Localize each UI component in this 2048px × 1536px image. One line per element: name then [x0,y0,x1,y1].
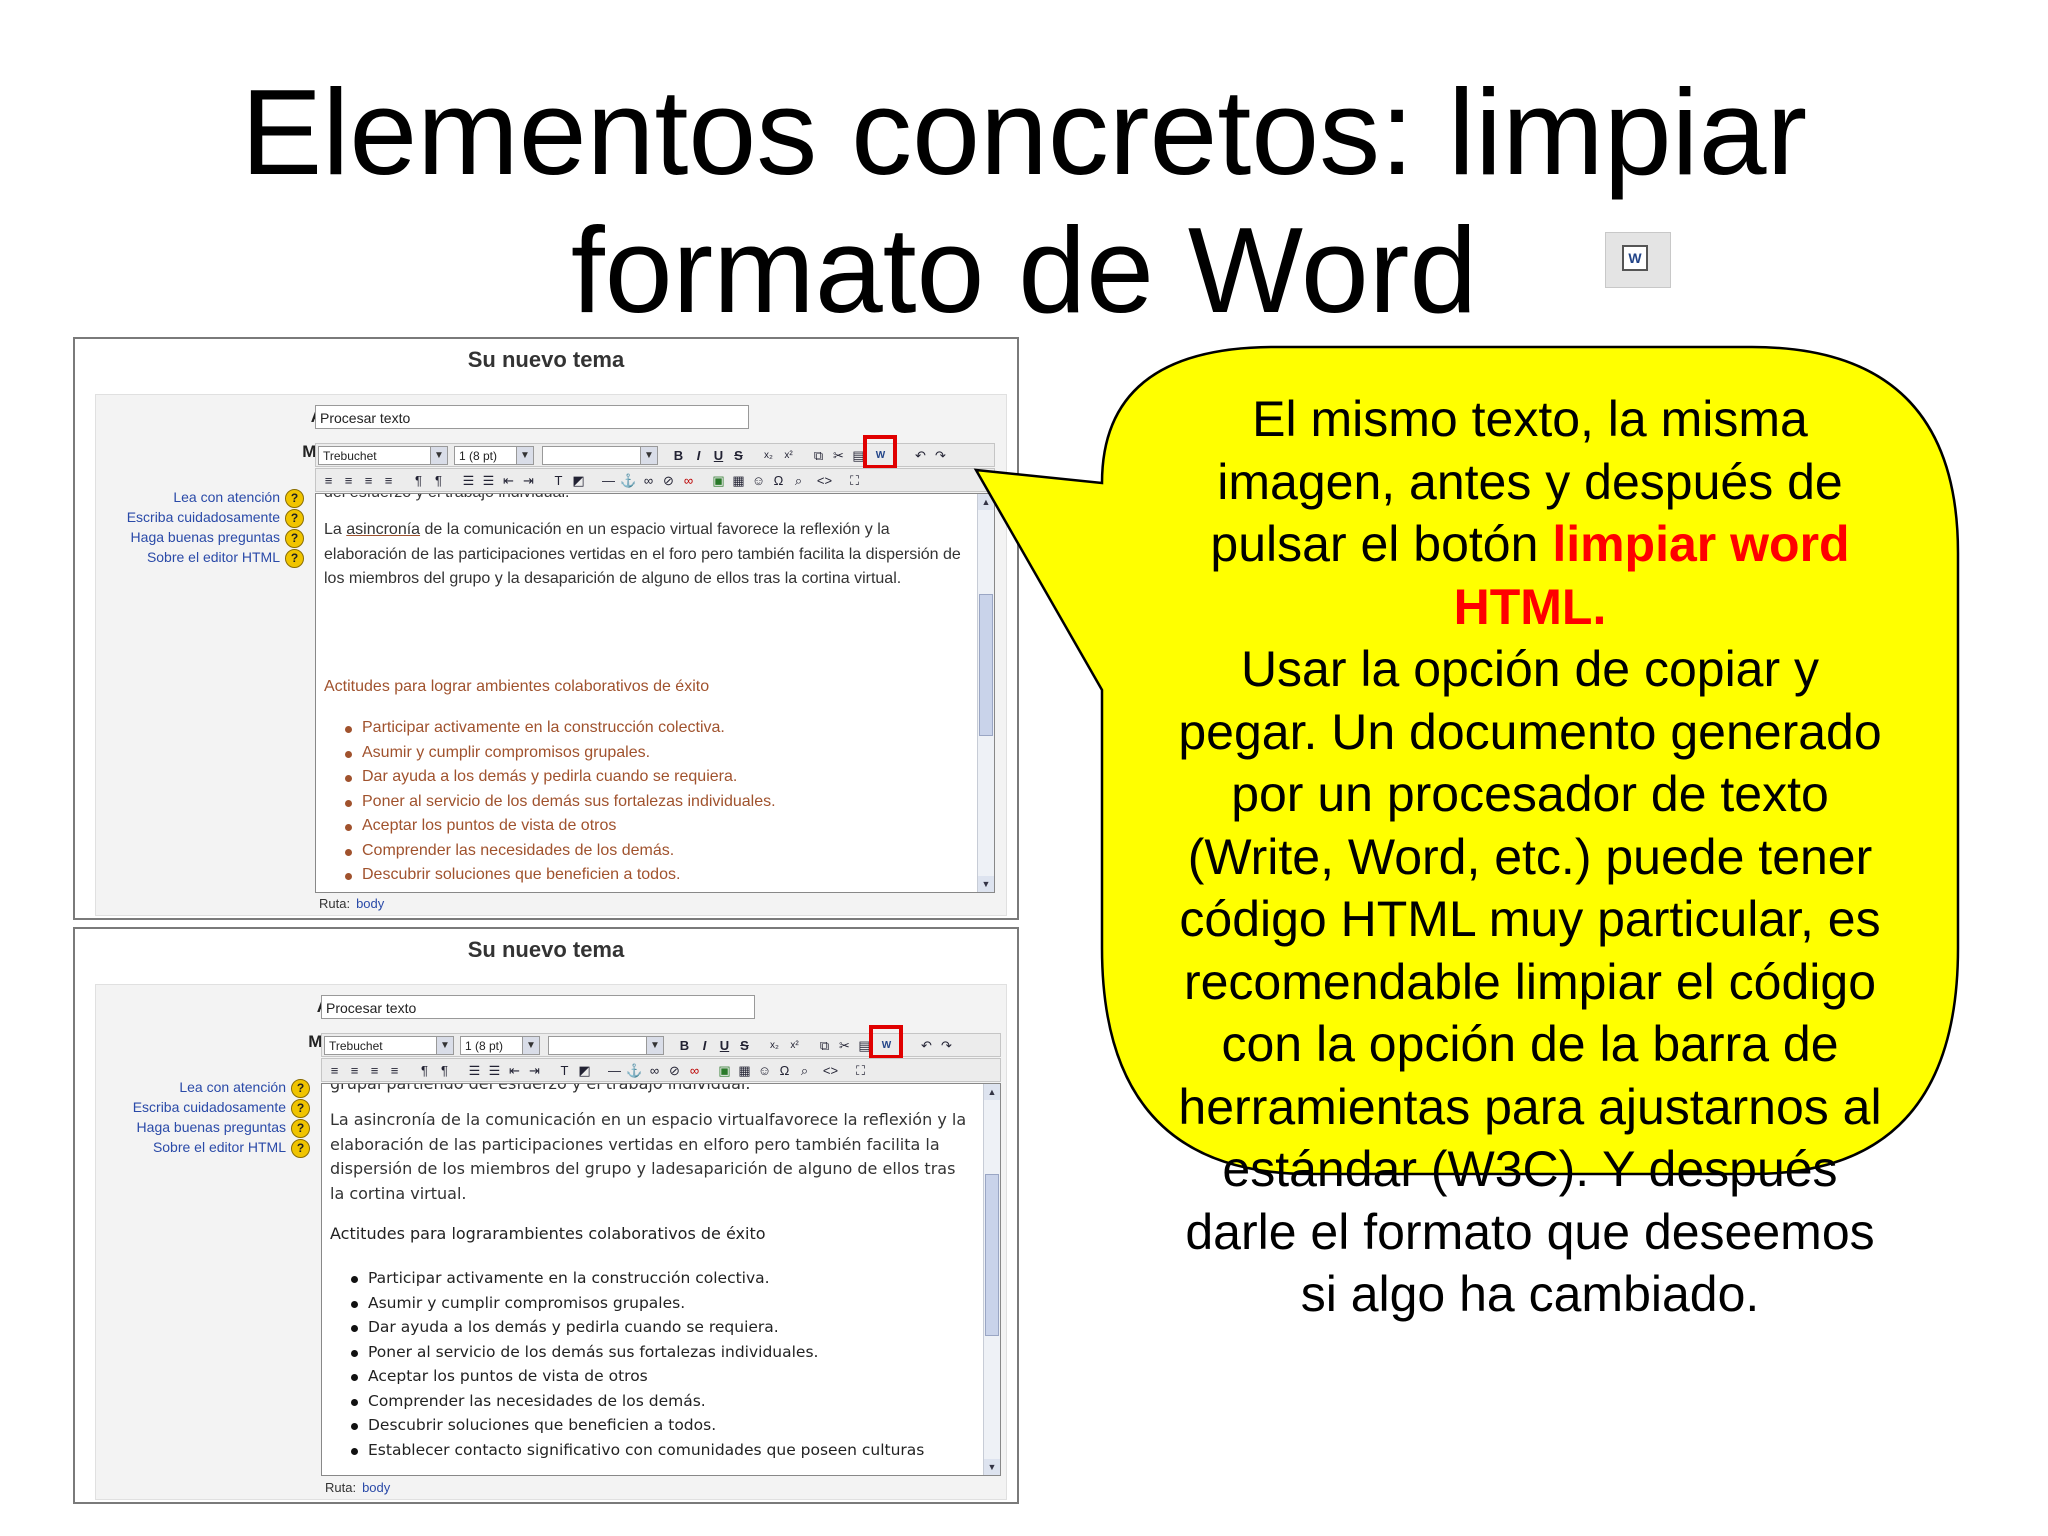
callout-text-part: pulsar el botón [1210,516,1553,572]
callout-highlight: HTML. [1453,578,1607,635]
callout-line: El mismo texto, la misma [1252,391,1808,447]
callout-line: pegar. Un documento generado [1178,703,1882,760]
callout-line: (Write, Word, etc.) puede tener [1187,828,1873,885]
callout-line: imagen, antes y después de [1217,453,1843,510]
callout-text: El mismo texto, la misma imagen, antes y… [1130,388,1930,1326]
callout-line: Usar la opción de copiar y [1240,641,1820,697]
callout-line: pulsar el botón limpiar word [1130,513,1930,576]
callout-line: herramientas para ajustarnos al [1178,1078,1882,1135]
callout-line: código HTML muy particular, es [1179,891,1881,947]
callout-line: con la opción de la barra de [1221,1016,1839,1072]
callout-line: estándar (W3C). Y después [1222,1141,1838,1197]
callout-line: por un procesador de texto [1231,766,1829,822]
callout-line: darle el formato que deseemos [1185,1203,1875,1260]
callout-highlight: limpiar word [1552,516,1850,572]
callout-line: recomendable limpiar el código [1183,953,1877,1010]
callout-line: si algo ha cambiado. [1300,1266,1760,1322]
